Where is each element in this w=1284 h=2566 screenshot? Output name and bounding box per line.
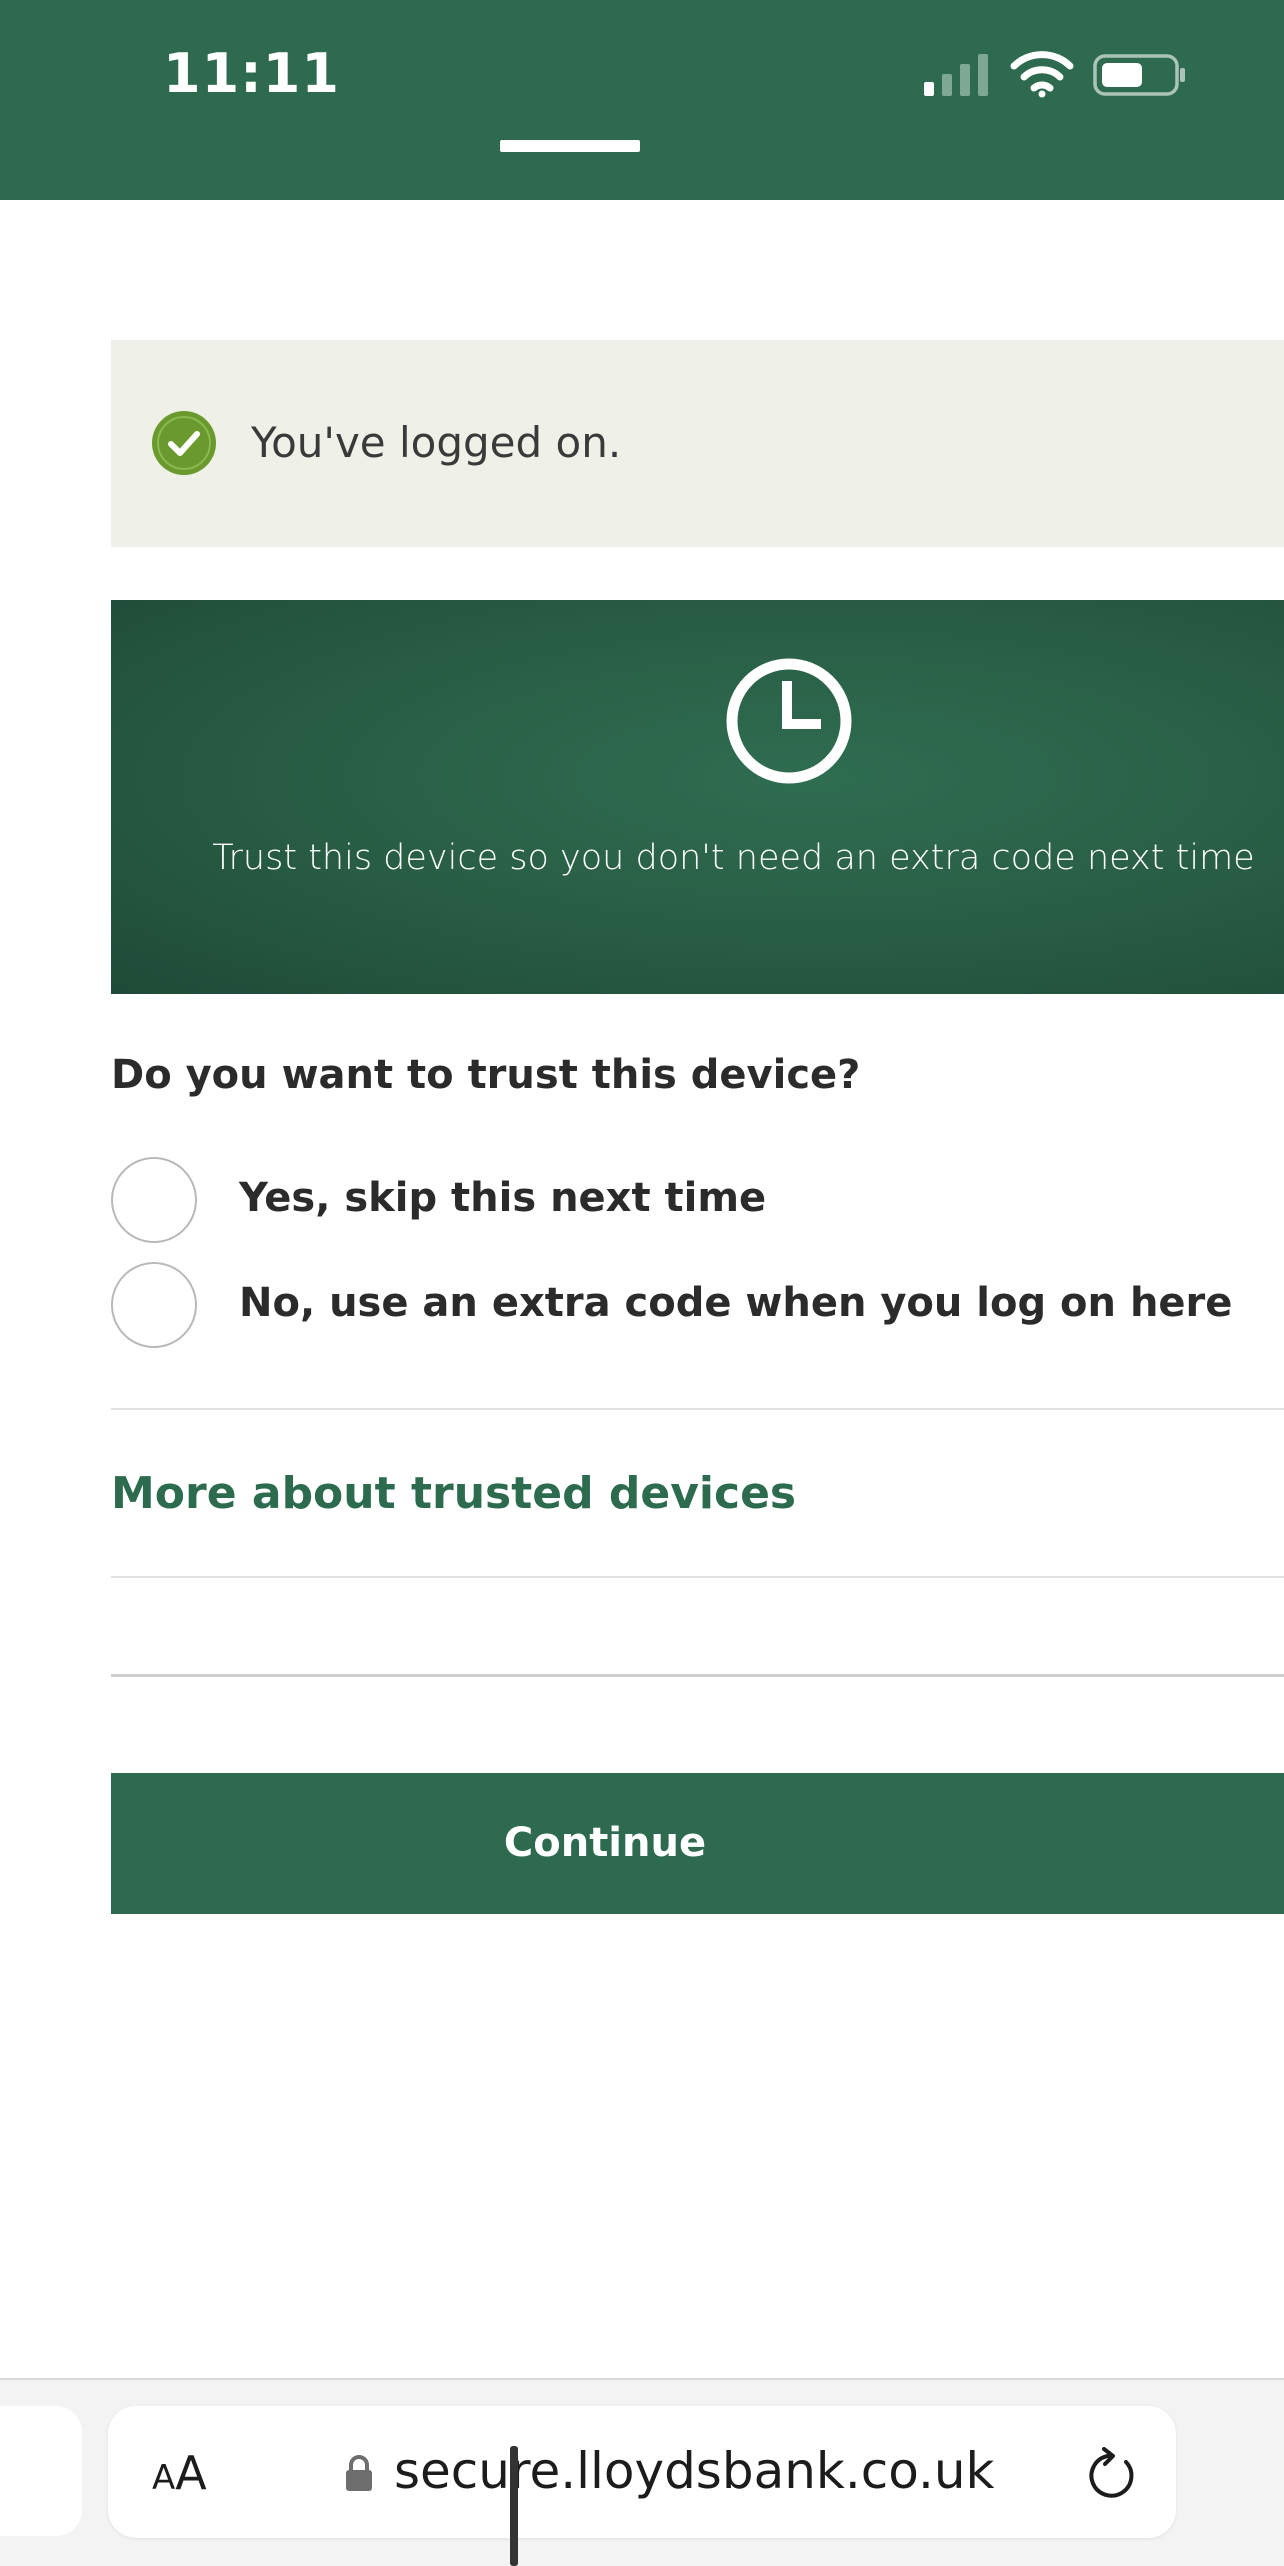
status-time: 11:11 — [163, 42, 340, 105]
continue-button[interactable]: Continue — [111, 1773, 1284, 1914]
success-banner: You've logged on. — [111, 340, 1284, 547]
clock-icon — [726, 658, 852, 784]
text-size-button[interactable]: AA — [152, 2446, 207, 2500]
url-text[interactable]: secure.lloydsbank.co.uk — [394, 2442, 995, 2500]
browser-toolbar: AA secure.lloydsbank.co.uk — [0, 2378, 1284, 2566]
divider-bottom — [111, 1674, 1284, 1677]
tab-indicator — [500, 140, 640, 152]
radio-no[interactable] — [111, 1262, 197, 1348]
option-yes-skip[interactable]: Yes, skip this next time — [111, 1157, 1211, 1245]
previous-tab[interactable] — [0, 2406, 82, 2536]
reload-icon[interactable] — [1086, 2446, 1138, 2502]
check-circle-icon — [152, 411, 216, 475]
text-cursor — [510, 2446, 518, 2566]
divider-top — [111, 1408, 1284, 1410]
battery-icon — [1093, 54, 1185, 96]
signal-icon — [924, 54, 988, 96]
divider-middle — [111, 1576, 1284, 1578]
radio-yes[interactable] — [111, 1157, 197, 1243]
trust-device-hero: Trust this device so you don't need an e… — [111, 600, 1284, 994]
lock-icon — [346, 2455, 372, 2491]
radio-no-label[interactable]: No, use an extra code when you log on he… — [239, 1280, 1232, 1326]
radio-yes-label[interactable]: Yes, skip this next time — [239, 1175, 766, 1221]
continue-label: Continue — [503, 1820, 707, 1866]
hero-message: Trust this device so you don't need an e… — [212, 838, 1255, 878]
more-about-trusted-devices-link[interactable]: More about trusted devices — [111, 1468, 796, 1519]
success-message: You've logged on. — [251, 418, 622, 467]
option-no-extra-code[interactable]: No, use an extra code when you log on he… — [111, 1262, 1232, 1350]
status-bar: 11:11 — [0, 0, 1284, 200]
trust-question: Do you want to trust this device? — [111, 1052, 861, 1098]
address-bar[interactable]: AA secure.lloydsbank.co.uk — [108, 2406, 1176, 2538]
wifi-icon — [1010, 51, 1074, 98]
